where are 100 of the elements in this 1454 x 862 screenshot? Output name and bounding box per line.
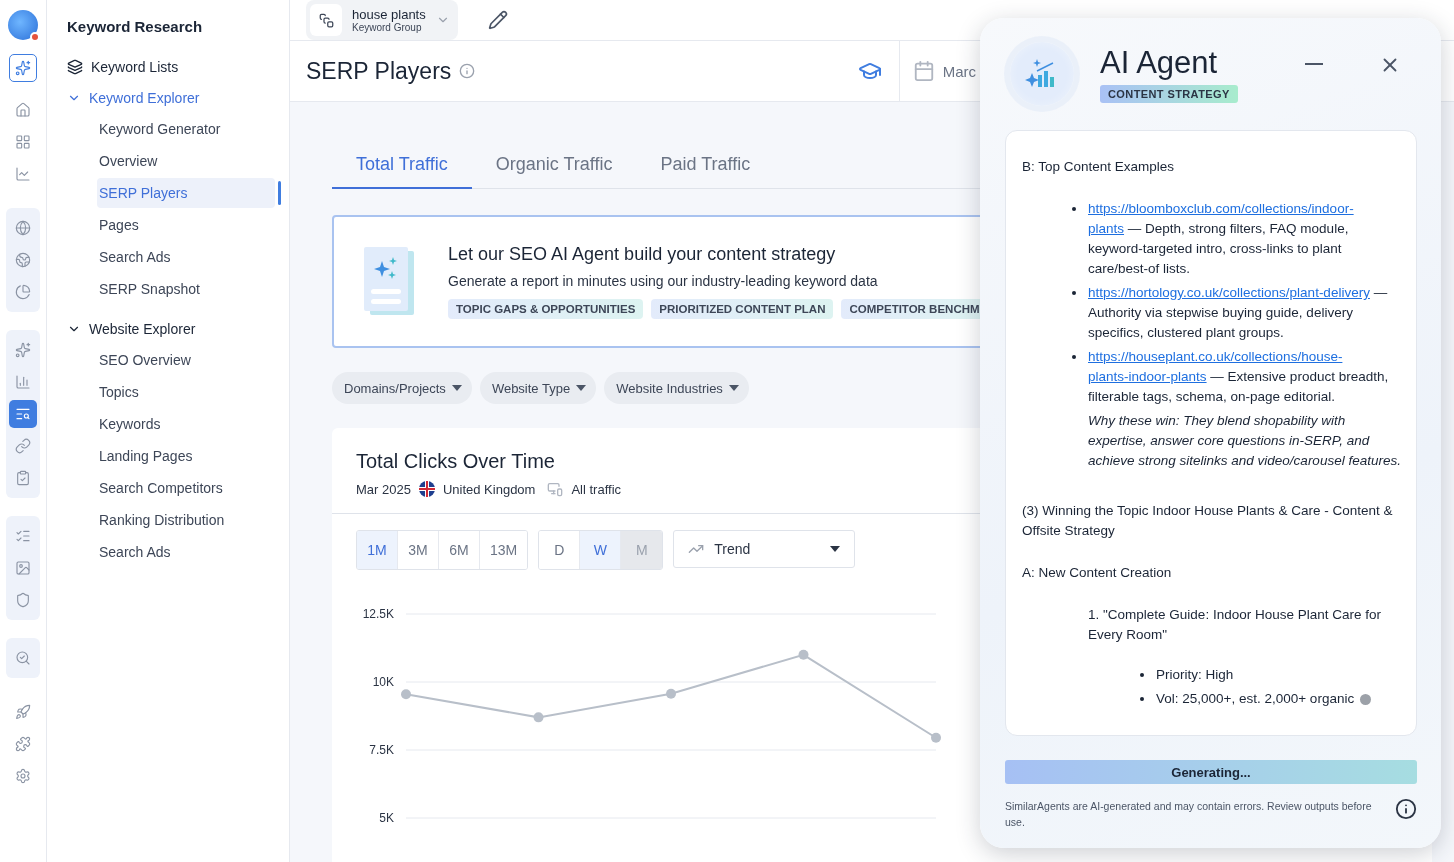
earth-icon <box>15 252 31 268</box>
sidebar-item[interactable]: Ranking Distribution <box>97 505 275 535</box>
group-name: house plants <box>352 7 426 22</box>
sparkles-icon <box>15 342 31 358</box>
report-paragraph: A: New Content Creation <box>1022 564 1173 582</box>
link-icon <box>15 438 31 454</box>
keyword-group-selector[interactable]: house plants Keyword Group <box>306 0 458 40</box>
caret-icon <box>451 385 462 391</box>
source-link[interactable]: plants <box>1088 221 1125 236</box>
granularity-button[interactable]: D <box>539 531 581 569</box>
nav-button[interactable] <box>9 54 37 82</box>
traffic-tab[interactable]: Total Traffic <box>332 154 472 189</box>
bullet-icon <box>1140 697 1144 701</box>
puzzle-icon <box>15 736 31 752</box>
sidebar-item[interactable]: Keyword Generator <box>97 114 275 144</box>
minimize-icon <box>1305 63 1323 65</box>
bullet-icon <box>1072 207 1076 211</box>
country-label: United Kingdom <box>442 481 536 497</box>
sub-bullet-text: Priority: High <box>1156 666 1234 684</box>
source-link[interactable]: https://bloomboxclub.com/collections/indoor- <box>1088 201 1354 216</box>
home-icon <box>15 102 31 118</box>
page-title: SERP Players <box>306 57 452 85</box>
sidebar-item[interactable]: Keyword Explorer <box>67 82 267 113</box>
sidebar-item[interactable]: Website Explorer <box>67 313 267 344</box>
caret-icon <box>576 385 587 391</box>
date-label: Mar 2025 <box>356 481 411 497</box>
card-title: Total Clicks Over Time <box>356 450 555 473</box>
filter-dropdown[interactable]: Domains/Projects <box>332 372 472 404</box>
sidebar-item[interactable]: Search Competitors <box>97 473 275 503</box>
report-paragraph: (3) Winning the Topic Indoor House Plants & Care - Content & Offsite Strategy <box>1022 502 1394 540</box>
sub-bullet-text: Vol: 25,000+, est. 2,000+ organic <box>1156 690 1355 708</box>
caret-icon <box>728 385 739 391</box>
data-point <box>931 732 941 743</box>
data-point <box>666 688 676 699</box>
generating-button[interactable]: Generating... <box>1005 760 1417 784</box>
numbered-item: 1. "Complete Guide: Indoor House Plant Care for Every Room" <box>1088 606 1382 644</box>
sidebar-item[interactable]: Search Ads <box>97 242 275 272</box>
checklist-icon <box>15 528 31 544</box>
range-button[interactable]: 1M <box>357 531 398 569</box>
sidebar-item[interactable]: Topics <box>97 377 275 407</box>
bullet-icon <box>1140 673 1144 677</box>
sidebar-item[interactable]: Overview <box>97 146 275 176</box>
image-icon <box>15 560 31 576</box>
group-type: Keyword Group <box>352 22 423 33</box>
account-avatar[interactable] <box>8 10 38 40</box>
source-entry: https://bloomboxclub.com/collections/indoor- plants — Depth, strong filters, FAQ module, keyword-targeted intro, cross-links to plant care/best-of lists. <box>1088 200 1355 278</box>
filter-dropdown[interactable]: Website Type <box>479 372 597 404</box>
sidebar-item[interactable]: Pages <box>97 210 275 240</box>
shield-icon <box>15 592 31 608</box>
sidebar-item[interactable]: SEO Overview <box>97 345 275 375</box>
filter-dropdown[interactable]: Website Industries <box>604 372 749 404</box>
y-tick-label: 10K <box>372 675 394 689</box>
rocket-icon <box>15 704 31 720</box>
calendar-icon <box>912 60 935 82</box>
globe-icon <box>15 220 31 236</box>
source-link[interactable]: https://houseplant.co.uk/collections/house- <box>1088 349 1343 364</box>
flag-icon <box>418 481 435 497</box>
sidebar-item[interactable]: SERP Snapshot <box>97 274 275 304</box>
grid-icon <box>15 134 31 150</box>
caret-icon <box>830 546 841 552</box>
settings-icon <box>15 768 31 784</box>
traffic-tab[interactable]: Paid Traffic <box>636 154 775 189</box>
mode-badge: CONTENT STRATEGY <box>1100 85 1238 103</box>
feature-tag: TOPIC GAPS & OPPORTUNITIES <box>448 299 644 319</box>
promo-title: Let our SEO AI Agent build your content strategy <box>448 244 836 265</box>
panel-title: AI Agent <box>1100 45 1218 81</box>
promo-description: Generate a report in minutes using our industry-leading keyword data <box>448 273 878 289</box>
sidebar-item[interactable]: Keywords <box>97 409 275 439</box>
nav-button[interactable] <box>9 400 37 428</box>
traffic-tab[interactable]: Organic Traffic <box>471 154 637 189</box>
clipboard-check-icon <box>15 470 31 486</box>
stack-icon <box>318 12 334 28</box>
sidebar-item[interactable]: Landing Pages <box>97 441 275 471</box>
sidebar-item[interactable]: Keyword Lists <box>67 51 267 82</box>
edit-icon[interactable] <box>487 10 508 30</box>
view-dropdown[interactable]: Trend <box>673 530 856 568</box>
disclaimer-text: SimilarAgents are AI-generated and may contain errors. Review outputs before use. <box>1005 799 1373 830</box>
data-point <box>798 649 809 660</box>
bar-chart-icon <box>15 374 31 390</box>
y-tick-label: 12.5K <box>362 607 394 621</box>
info-icon[interactable] <box>1395 798 1417 820</box>
pie-chart-icon <box>15 284 31 300</box>
search-check-icon <box>15 650 31 666</box>
source-link[interactable]: plants-indoor-plants <box>1088 369 1207 384</box>
data-point <box>401 689 411 700</box>
y-tick-label: 5K <box>379 811 394 825</box>
source-link[interactable]: https://hortology.co.uk/collections/plant-delivery <box>1088 285 1370 300</box>
report-paragraph: B: Top Content Examples <box>1022 158 1176 176</box>
sidebar-item[interactable]: SERP Players <box>97 178 275 208</box>
date-picker[interactable]: Marc <box>898 40 976 102</box>
report-note: Why these win: They blend shopability with expertise, answer core questions in-SERP, and achieve strong sitelinks and video/carousel features. <box>1088 412 1402 470</box>
data-point <box>533 712 544 723</box>
line-chart-icon <box>15 166 31 182</box>
granularity-button[interactable]: W <box>580 531 622 569</box>
devices-icon <box>547 481 564 497</box>
y-tick-label: 7.5K <box>369 743 394 757</box>
search-list-icon <box>15 406 31 422</box>
source-entry: https://hortology.co.uk/collections/plant-delivery — Authority via stepwise buying guide, delivery specifics, clustered plant groups. <box>1088 284 1389 342</box>
traffic-label: All traffic <box>571 481 622 497</box>
sidebar-item[interactable]: Search Ads <box>97 537 275 567</box>
